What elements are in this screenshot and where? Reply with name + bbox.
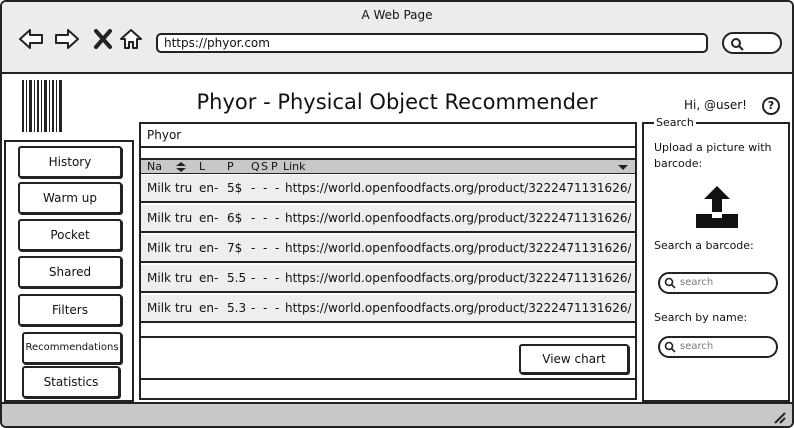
table-row[interactable]: Milk tru en- 5$ - - - https://world.open… [141, 175, 635, 203]
cell-s: - [263, 211, 268, 225]
column-header-name[interactable]: Na [147, 160, 162, 174]
cell-q: - [251, 271, 256, 285]
divider [141, 378, 635, 380]
column-header-link[interactable]: Link [283, 160, 306, 174]
cell-link[interactable]: https://world.openfoodfacts.org/product/… [285, 301, 631, 315]
help-icon[interactable]: ? [762, 97, 780, 115]
browser-window: A Web Page https://phyor.com Phyor - Phy… [0, 0, 794, 428]
cell-p2: - [275, 211, 280, 225]
cell-language: en- [199, 211, 219, 225]
cell-s: - [263, 241, 268, 255]
cell-q: - [251, 211, 256, 225]
cell-language: en- [199, 181, 219, 195]
column-header-s[interactable]: S [261, 160, 268, 174]
app-title: Phyor - Physical Object Recommender [196, 90, 598, 114]
back-arrow-icon[interactable] [18, 28, 44, 50]
cell-q: - [251, 241, 256, 255]
sidebar: History Warm up Pocket Shared Filters Re… [4, 140, 134, 402]
search-icon [731, 38, 744, 51]
forward-arrow-icon[interactable] [54, 28, 80, 50]
table-row[interactable]: Milk tru en- 7$ - - - https://world.open… [141, 235, 635, 263]
cell-s: - [263, 301, 268, 315]
browser-chrome: A Web Page https://phyor.com [2, 2, 792, 74]
cell-link[interactable]: https://world.openfoodfacts.org/product/… [285, 181, 631, 195]
home-icon[interactable] [118, 28, 144, 50]
main-content: Phyor Na L P Q S P Link Milk tru en- 5$ … [139, 122, 637, 400]
column-header-p[interactable]: P [227, 160, 234, 174]
sidebar-item-warm-up[interactable]: Warm up [18, 182, 122, 214]
cell-name: Milk [147, 181, 171, 195]
search-panel: Search Upload a picture with barcode: Se… [642, 116, 790, 402]
cell-price: 5.5 [227, 271, 247, 285]
search-icon [664, 341, 676, 353]
name-search-label: Search by name: [654, 311, 748, 324]
cell-p2: - [275, 301, 280, 315]
cell-p2: - [275, 271, 280, 285]
cell-type: tru [175, 241, 193, 255]
results-table: Na L P Q S P Link Milk tru en- 5$ - - - … [141, 158, 635, 338]
table-row[interactable]: Milk tru en- 5.5 - - - https://world.ope… [141, 265, 635, 293]
close-x-icon[interactable] [90, 28, 116, 50]
resize-grip-icon[interactable] [772, 410, 786, 424]
barcode-search-placeholder: search [680, 277, 714, 288]
barcode-icon [22, 80, 62, 132]
sidebar-item-history[interactable]: History [18, 146, 122, 178]
cell-type: tru [175, 211, 193, 225]
cell-type: tru [175, 271, 193, 285]
column-header-p2[interactable]: P [271, 160, 278, 174]
cell-p2: - [275, 181, 280, 195]
cell-s: - [263, 271, 268, 285]
cell-name: Milk [147, 211, 171, 225]
user-greeting[interactable]: Hi, @user! [684, 98, 747, 112]
browser-search-button[interactable] [722, 32, 782, 54]
cell-link[interactable]: https://world.openfoodfacts.org/product/… [285, 211, 631, 225]
breadcrumb: Phyor [141, 124, 635, 148]
name-search-placeholder: search [680, 341, 714, 352]
view-chart-button[interactable]: View chart [519, 344, 629, 374]
cell-q: - [251, 181, 256, 195]
sidebar-item-pocket[interactable]: Pocket [18, 219, 122, 251]
barcode-search-input[interactable]: search [658, 272, 778, 294]
url-input[interactable]: https://phyor.com [156, 33, 708, 53]
sidebar-item-filters[interactable]: Filters [18, 294, 122, 326]
cell-type: tru [175, 181, 193, 195]
barcode-search-label: Search a barcode: [654, 239, 754, 252]
cell-language: en- [199, 241, 219, 255]
search-icon [664, 277, 676, 289]
table-row[interactable]: Milk tru en- 6$ - - - https://world.open… [141, 205, 635, 233]
search-panel-legend: Search [654, 116, 696, 129]
sidebar-item-recommendations[interactable]: Recommendations [22, 332, 122, 364]
sidebar-item-shared[interactable]: Shared [18, 256, 122, 288]
cell-link[interactable]: https://world.openfoodfacts.org/product/… [285, 271, 631, 285]
cell-name: Milk [147, 301, 171, 315]
upload-label: Upload a picture with barcode: [654, 141, 772, 170]
cell-language: en- [199, 301, 219, 315]
table-row[interactable]: Milk tru en- 5.3 - - - https://world.ope… [141, 295, 635, 323]
cell-s: - [263, 181, 268, 195]
column-header-l[interactable]: L [199, 160, 205, 174]
cell-price: 5$ [227, 181, 243, 195]
cell-type: tru [175, 301, 193, 315]
sidebar-item-statistics[interactable]: Statistics [22, 366, 120, 398]
cell-language: en- [199, 271, 219, 285]
table-header: Na L P Q S P Link [141, 160, 635, 174]
status-bar [2, 402, 792, 426]
cell-name: Milk [147, 271, 171, 285]
cell-name: Milk [147, 241, 171, 255]
cell-p2: - [275, 241, 280, 255]
cell-q: - [251, 301, 256, 315]
page-title: A Web Page [361, 8, 433, 22]
name-search-input[interactable]: search [658, 336, 778, 358]
column-header-q[interactable]: Q [251, 160, 260, 174]
cell-link[interactable]: https://world.openfoodfacts.org/product/… [285, 241, 631, 255]
cell-price: 5.3 [227, 301, 247, 315]
cell-price: 7$ [227, 241, 243, 255]
cell-price: 6$ [227, 211, 243, 225]
upload-icon[interactable] [694, 184, 740, 230]
